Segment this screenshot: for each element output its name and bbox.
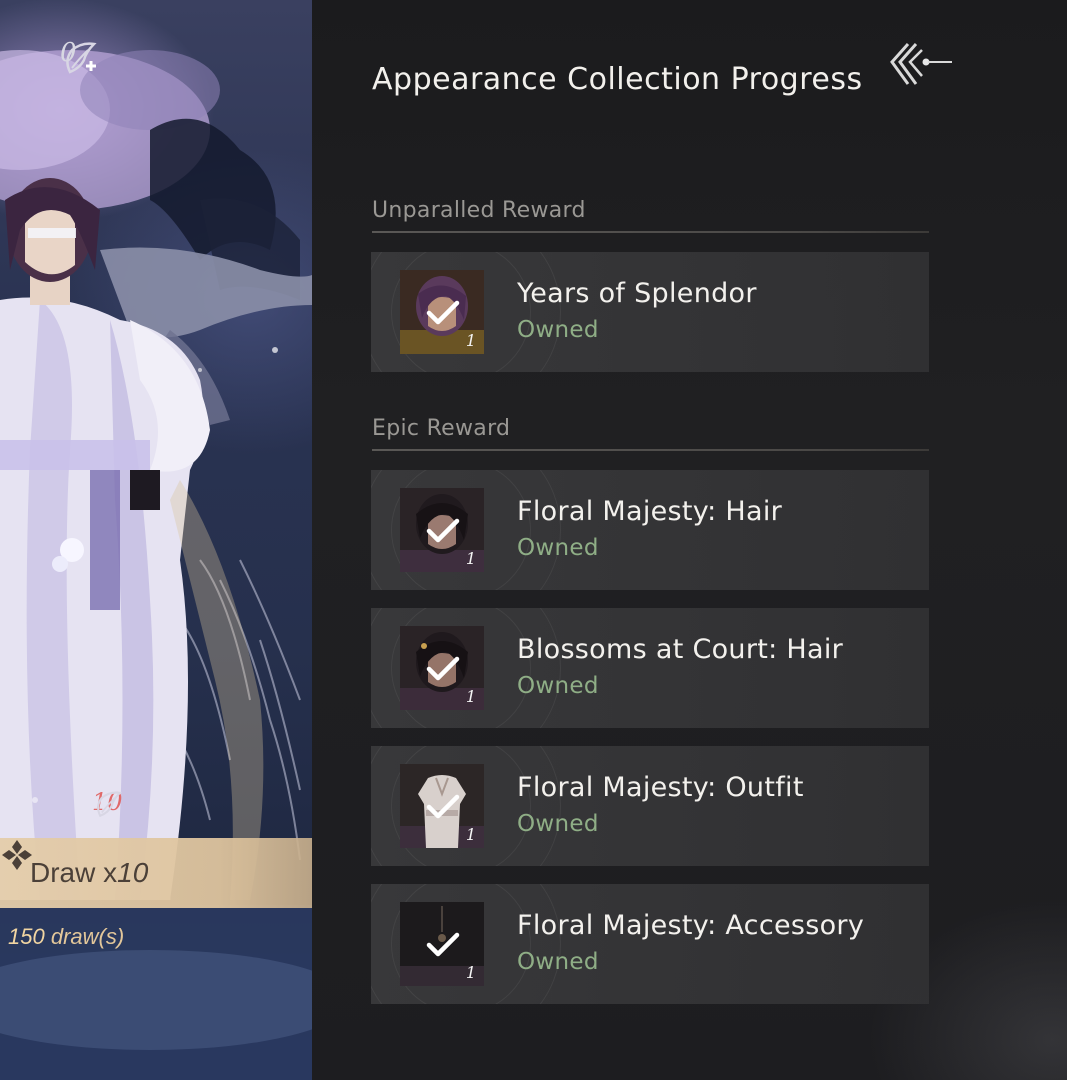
owned-check-icon [426, 518, 460, 543]
reward-item-years-of-splendor[interactable]: 1 Years of Splendor Owned [371, 252, 929, 372]
reward-item-floral-majesty-outfit[interactable]: 1 Floral Majesty: Outfit Owned [371, 746, 929, 866]
close-panel-button[interactable] [882, 36, 956, 96]
item-quantity: 1 [465, 331, 476, 350]
reward-name: Years of Splendor [517, 278, 757, 309]
reward-item-floral-majesty-hair[interactable]: 1 Floral Majesty: Hair Owned [371, 470, 929, 590]
diamond-cluster-icon [2, 840, 32, 870]
character-preview-scene: 0 10 Draw x10 150 draw(s) [0, 0, 312, 1080]
collapse-arrow-icon [890, 43, 952, 85]
reward-thumbnail: 1 [400, 488, 484, 572]
draw-x10-button[interactable]: Draw x10 [0, 838, 312, 908]
feather-currency-top[interactable]: 0 [60, 38, 97, 74]
owned-check-icon [426, 300, 460, 325]
collection-progress-panel: Appearance Collection Progress Unparalle… [312, 0, 1067, 1080]
reward-thumbnail: 1 [400, 270, 484, 354]
reward-status-owned: Owned [517, 317, 599, 343]
item-quantity: 1 [465, 825, 476, 844]
reward-thumbnail: 1 [400, 626, 484, 710]
draw-count-text: 150 draw(s) [8, 924, 125, 949]
owned-check-icon [426, 932, 460, 957]
item-quantity: 1 [465, 687, 476, 706]
feather-currency-bottom: 10 [92, 788, 123, 818]
reward-name: Floral Majesty: Outfit [517, 772, 804, 803]
item-quantity: 1 [465, 963, 476, 982]
section-divider [372, 231, 929, 233]
draw-button-label: Draw x10 [30, 857, 149, 888]
jade-feather-icon [97, 791, 122, 818]
character-illustration [0, 50, 312, 1080]
section-label-epic: Epic Reward [372, 416, 511, 441]
reward-status-owned: Owned [517, 811, 599, 837]
reward-thumbnail: 1 [400, 764, 484, 848]
reward-item-floral-majesty-accessory[interactable]: 1 Floral Majesty: Accessory Owned [371, 884, 929, 1004]
reward-name: Blossoms at Court: Hair [517, 634, 844, 665]
reward-thumbnail: 1 [400, 902, 484, 986]
reward-name: Floral Majesty: Hair [517, 496, 783, 527]
reward-name: Floral Majesty: Accessory [517, 910, 865, 941]
owned-check-icon [426, 794, 460, 819]
reward-status-owned: Owned [517, 535, 599, 561]
reward-status-owned: Owned [517, 949, 599, 975]
reward-item-blossoms-at-court-hair[interactable]: 1 Blossoms at Court: Hair Owned [371, 608, 929, 728]
owned-check-icon [426, 656, 460, 681]
panel-title: Appearance Collection Progress [372, 62, 863, 97]
jade-feather-icon [66, 42, 97, 74]
section-label-unparalled: Unparalled Reward [372, 198, 586, 223]
item-quantity: 1 [465, 549, 476, 568]
reward-status-owned: Owned [517, 673, 599, 699]
section-divider [372, 449, 929, 451]
